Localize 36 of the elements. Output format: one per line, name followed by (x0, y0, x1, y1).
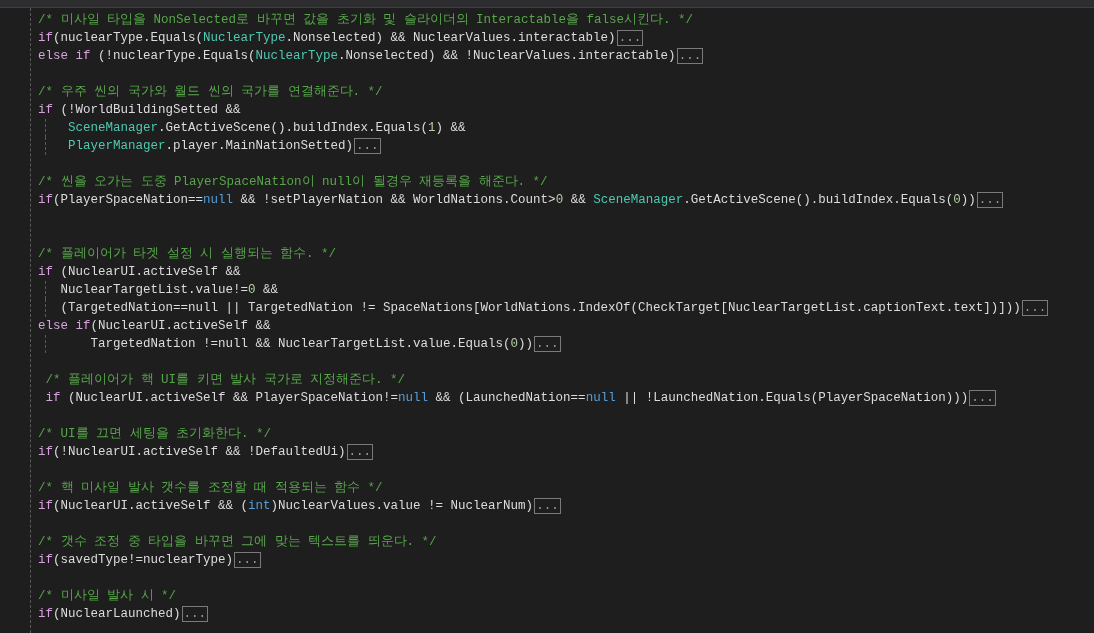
code-line: TargetedNation !=null && NuclearTargetList.value.Equals(0)) (89, 336, 534, 353)
collapsed-region-button[interactable]: ... (976, 192, 1004, 208)
code-comment: /* 씬을 오가는 도중 PlayerSpaceNation이 null이 될경우 재등록을 해준다. */ (38, 174, 548, 191)
code-comment: /* 핵 미사일 발사 갯수를 조정할 때 적용되는 함수 */ (38, 480, 383, 497)
code-line: NuclearTargetList.value!=0 && (59, 282, 279, 299)
collapsed-region-button[interactable]: ... (534, 336, 561, 352)
collapsed-region-button[interactable]: ... (676, 48, 704, 64)
code-line: else if (!nuclearType.Equals(NuclearType.Nonselected) && !NuclearValues.interactable) (38, 48, 676, 65)
code-line: if(savedType!=nuclearType) (38, 552, 234, 569)
collapsed-region-button[interactable]: ... (346, 444, 374, 460)
code-line: if (NuclearUI.activeSelf && PlayerSpaceNation!=null && (LaunchedNation==null || !LaunchedNation.Equals(PlayerSpaceNation))) (44, 390, 969, 407)
collapsed-region-button[interactable]: ... (616, 30, 644, 46)
code-line: if (NuclearUI.activeSelf && (38, 264, 241, 281)
code-line: (TargetedNation==null || TargetedNation != SpaceNations[WorldNations.IndexOf(CheckTarget[NuclearTargetList.captionText.text])])) (59, 300, 1021, 317)
collapsed-region-button[interactable]: ... (354, 138, 381, 154)
code-comment: /* 갯수 조정 중 타입을 바꾸면 그에 맞는 텍스트를 띄운다. */ (38, 534, 437, 551)
code-comment: /* 플레이어가 타겟 설정 시 실행되는 함수. */ (38, 246, 336, 263)
code-comment: /* 미사일 타입을 NonSelected로 바꾸면 값을 초기화 및 슬라이더의 Interactable을 false시킨다. */ (38, 12, 694, 29)
code-line: if(nuclearType.Equals(NuclearType.Nonselected) && NuclearValues.interactable) (38, 30, 616, 47)
collapsed-region-button[interactable]: ... (181, 606, 209, 622)
code-line: if(PlayerSpaceNation==null && !setPlayerNation && WorldNations.Count>0 && SceneManager.GetActiveScene().buildIndex.Equals(0)) (38, 192, 976, 209)
code-line: else if(NuclearUI.activeSelf && (38, 318, 271, 335)
code-line: PlayerManager.player.MainNationSetted) (67, 138, 354, 155)
code-line: SceneManager.GetActiveScene().buildIndex.Equals(1) && (67, 120, 466, 137)
code-line: if (!WorldBuildingSetted && (38, 102, 241, 119)
code-line: if(NuclearUI.activeSelf && (int)NuclearValues.value != NuclearNum) (38, 498, 534, 515)
code-line: if(!NuclearUI.activeSelf && !DefaultedUi) (38, 444, 346, 461)
code-comment: /* 우주 씬의 국가와 월드 씬의 국가를 연결해준다. */ (38, 84, 383, 101)
collapsed-region-button[interactable]: ... (969, 390, 996, 406)
code-comment: /* UI를 끄면 세팅을 초기화한다. */ (38, 426, 271, 443)
collapsed-region-button[interactable]: ... (234, 552, 261, 568)
code-comment: /* 플레이어가 핵 UI를 키면 발사 국가로 지정해준다. */ (44, 372, 406, 389)
collapsed-region-button[interactable]: ... (1021, 300, 1049, 316)
code-comment: /* 미사일 발사 시 */ (38, 588, 176, 605)
code-line: if(NuclearLaunched) (38, 606, 181, 623)
collapsed-region-button[interactable]: ... (534, 498, 561, 514)
